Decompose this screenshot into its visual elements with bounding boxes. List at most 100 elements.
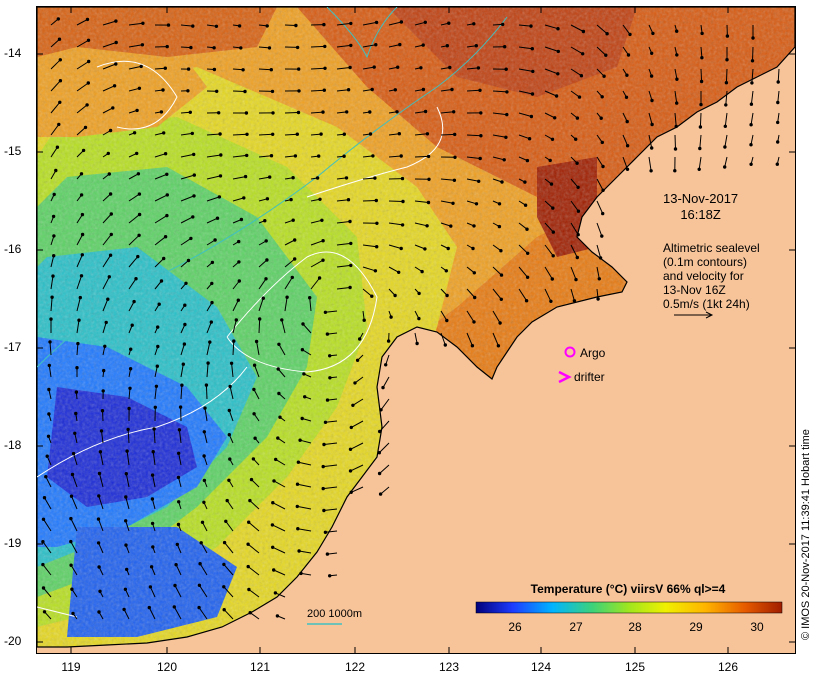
velocity-arrow-head [108,192,113,196]
velocity-arrow-head [48,340,52,344]
velocity-arrow-head [215,216,220,220]
velocity-arrow-head [449,224,453,228]
velocity-arrow-head [724,81,729,85]
velocity-arrow-head [321,258,325,262]
velocity-arrow-head [183,322,187,327]
velocity-arrow-head [342,154,346,158]
velocity-arrow-head [453,155,457,160]
y-tick-label: -18 [4,438,22,452]
velocity-arrow-head [355,358,360,362]
velocity-arrow [205,385,208,400]
velocity-arrow-head [97,471,102,476]
velocity-arrow-head [162,256,166,261]
velocity-arrow-head [650,122,654,127]
velocity-arrow-head [342,132,346,136]
velocity-arrow-head [531,69,535,74]
velocity-arrow-head [673,169,677,173]
velocity-arrow-head [650,51,654,55]
velocity-arrow-head [447,21,451,25]
velocity-arrow-head [269,154,274,158]
velocity-arrow-head [134,277,138,281]
velocity-arrow-head [163,66,168,70]
velocity-arrow-head [197,605,201,610]
velocity-arrow-head [399,246,403,251]
velocity-arrow-head [300,416,304,421]
velocity-arrow-head [124,472,129,476]
velocity-arrow-head [505,90,509,94]
velocity-arrow-head [323,66,327,70]
velocity-arrow-head [45,454,49,458]
argo-label: Argo [580,346,606,360]
velocity-arrow-head [189,236,193,241]
velocity-arrow-head [184,281,188,285]
velocity-arrow-head [372,65,376,69]
velocity-arrow-head [378,429,382,434]
velocity-scale-arrow [674,311,714,319]
velocity-arrow-head [206,361,210,365]
velocity-arrow-head [58,79,63,83]
velocity-arrow-head [399,154,403,158]
velocity-arrow [466,134,481,137]
velocity-arrow-head [426,154,431,159]
velocity-arrow-head [148,585,153,589]
colorbar-tick-label: 26 [508,620,522,634]
velocity-arrow-head [209,320,214,324]
velocity-arrow-head [674,124,678,129]
velocity-arrow-head [293,154,298,158]
velocity-arrow-head [41,540,45,544]
velocity-arrow-head [271,132,275,137]
velocity-arrow-head [263,219,267,223]
velocity-arrow-head [97,610,101,614]
velocity-arrow-head [353,381,357,385]
velocity-arrow-head [296,460,301,464]
velocity-arrow-head [218,174,223,178]
velocity-arrow-head [86,81,90,85]
velocity-arrow-head [203,406,207,410]
velocity-arrow-head [181,362,186,366]
velocity-arrow-head [368,132,373,136]
altimetry-line: 13-Nov 16Z [663,283,726,297]
velocity-arrow-head [321,486,325,491]
velocity-arrow-head [107,275,112,279]
velocity-arrow-head [445,293,449,298]
credit-text: © IMOS 20-Nov-2017 11:39:41 Hobart time [800,429,812,640]
velocity-arrow-head [297,67,301,71]
velocity-arrow-head [624,95,629,100]
velocity-arrow-head [697,167,701,172]
velocity-arrow-head [278,415,282,419]
velocity-arrow-head [222,562,226,567]
velocity-arrow-head [290,275,295,280]
velocity-arrow-head [400,223,405,227]
velocity-arrow-head [177,500,181,504]
velocity-arrow-head [219,153,223,157]
velocity-arrow-head [325,552,330,556]
velocity-arrow-head [270,523,275,527]
velocity-arrow-head [776,140,780,144]
velocity-arrow-head [650,146,654,150]
velocity-arrow-head [446,246,450,251]
velocity-arrow-head [186,67,191,71]
velocity-arrow-head [725,58,729,62]
velocity-arrow-head [80,253,84,257]
velocity-arrow [378,442,390,454]
colorbar-tick-label: 30 [750,620,764,634]
velocity-arrow-head [601,188,605,193]
velocity-arrow-head [74,390,79,394]
velocity-arrow-head [274,457,278,462]
velocity-arrow-head [129,347,133,351]
velocity-arrow-head [239,217,244,222]
velocity-arrow-head [175,542,180,547]
velocity-arrow-head [271,545,275,549]
velocity-arrow-head [126,427,130,432]
velocity-arrow-head [204,383,209,387]
velocity-arrow-head [183,303,187,307]
velocity-arrow-head [576,185,580,190]
velocity-arrow-head [296,527,300,531]
velocity-arrow-head [315,176,320,180]
velocity-arrow-head [186,89,190,93]
velocity-arrow-head [445,318,449,323]
velocity-arrow-head [79,193,84,197]
timestamp-block: 13-Nov-2017 16:18Z [663,191,738,223]
velocity-arrow-head [496,344,501,348]
velocity-arrow-head [239,46,243,50]
